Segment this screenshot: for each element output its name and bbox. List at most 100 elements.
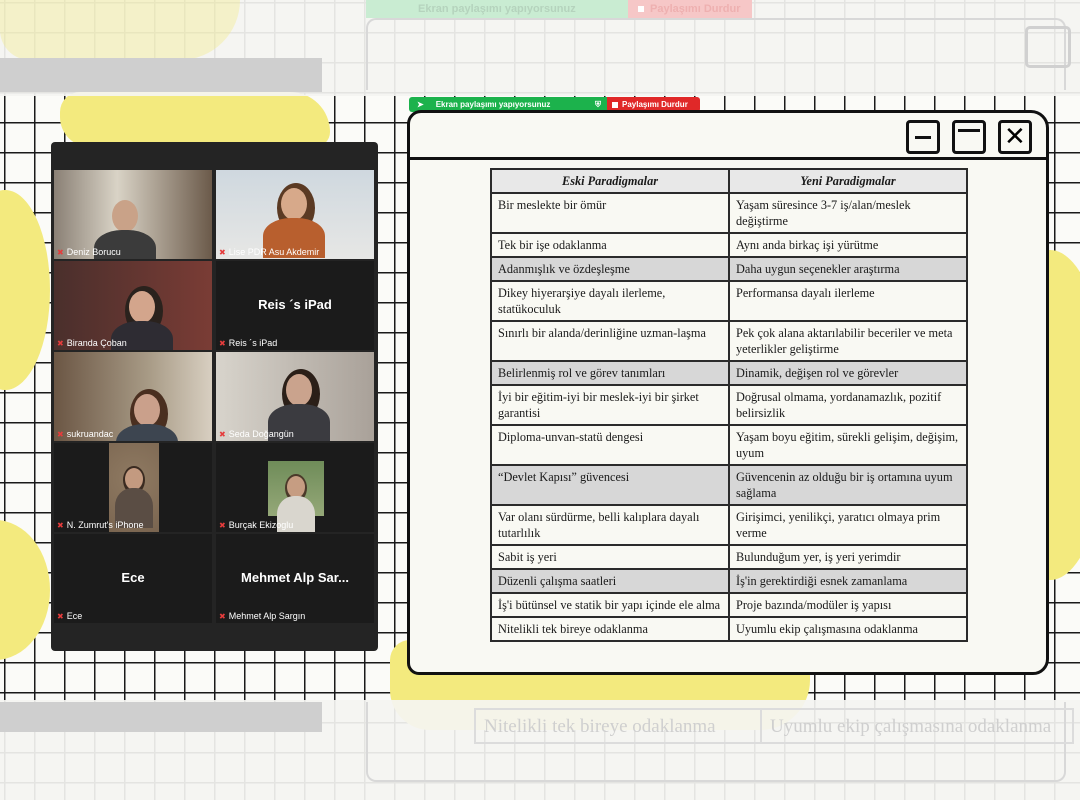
table-header-row: Eski Paradigmalar Yeni Paradigmalar [490, 168, 968, 194]
participant-video [54, 170, 212, 259]
table-row: Var olanı sürdürme, belli kalıplara daya… [490, 504, 968, 546]
muted-mic-icon: ✖ [57, 338, 64, 348]
table-row: İyi bir eğitim-iyi bir meslek-iyi bir şi… [490, 384, 968, 426]
ghost-stop-text: Paylaşımı Durdur [650, 3, 741, 15]
body-shape [116, 424, 178, 441]
new-paradigm-cell: Performansa dayalı ilerleme [728, 280, 968, 322]
participant-name: Burçak Ekizoglu [228, 520, 294, 530]
ghost-table-row: Nitelikli tek bireye odaklanma Uyumlu ek… [474, 708, 1074, 744]
header-old-paradigms: Eski Paradigmalar [490, 168, 730, 194]
participant-display-name: Ece [121, 570, 145, 585]
yellow-blob [60, 92, 330, 147]
participant-tile[interactable]: Mehmet Alp Sar... ✖ Mehmet Alp Sargın [216, 534, 374, 623]
shield-icon: ⛨ [595, 99, 601, 109]
ghost-bar [0, 58, 322, 92]
participant-name-caption: ✖ Mehmet Alp Sargın [219, 611, 305, 621]
old-paradigm-cell: Düzenli çalışma saatleri [490, 568, 730, 594]
table-row: Dikey hiyerarşiye dayalı ilerleme, statü… [490, 280, 968, 322]
new-paradigm-cell: Pek çok alana aktarılabilir beceriler ve… [728, 320, 968, 362]
share-leaf-icon: ➤ [417, 100, 424, 109]
ghost-minimize-icon [1025, 26, 1071, 68]
stop-square-icon [638, 6, 644, 12]
muted-mic-icon: ✖ [219, 611, 226, 621]
participant-tile[interactable]: ✖ N. Zumrut's iPhone [54, 443, 212, 532]
participant-tile[interactable]: ✖ Biranda Çoban [54, 261, 212, 350]
participant-tile[interactable]: ✖ Deniz Borucu [54, 170, 212, 259]
participant-tile[interactable]: Reis ´s iPad ✖ Reis ´s iPad [216, 261, 374, 350]
participant-name-caption: ✖ Seda Doğangün [219, 429, 294, 439]
participant-name-caption: ✖ sukruandac [57, 429, 113, 439]
muted-mic-icon: ✖ [57, 247, 64, 257]
ghost-share-text: Ekran paylaşımı yapıyorsunuz [418, 3, 576, 15]
participant-name: Deniz Borucu [66, 247, 121, 257]
table-row: Düzenli çalışma saatleri İş'in gerektirdi… [490, 568, 968, 594]
table-row: Diploma-unvan-statü dengesi Yaşam boyu eğ… [490, 424, 968, 466]
participant-tile[interactable]: Ece ✖ Ece [54, 534, 212, 623]
table-row: Sınırlı bir alanda/derinliğine uzman-laş… [490, 320, 968, 362]
face-shape [112, 200, 138, 232]
paradigm-table: Eski Paradigmalar Yeni Paradigmalar Bir … [490, 168, 968, 642]
stop-share-label: Paylaşımı Durdur [622, 100, 688, 109]
old-paradigm-cell: Tek bir işe odaklanma [490, 232, 730, 258]
old-paradigm-cell: “Devlet Kapısı” güvencesi [490, 464, 730, 506]
minimize-icon[interactable] [906, 120, 940, 154]
participant-tile[interactable]: ✖ Lise PDR Asu Akdemir [216, 170, 374, 259]
participant-video [54, 352, 212, 441]
new-paradigm-cell: Uyumlu ekip çalışmasına odaklanma [728, 616, 968, 642]
table-row: Belirlenmiş rol ve görev tanımları Dinami… [490, 360, 968, 386]
new-paradigm-cell: Proje bazında/modüler iş yapısı [728, 592, 968, 618]
participant-tile[interactable]: ✖ Burçak Ekizoglu [216, 443, 374, 532]
maximize-icon[interactable] [952, 120, 986, 154]
participant-tile[interactable]: ✖ Seda Doğangün [216, 352, 374, 441]
new-paradigm-cell: Bulunduğum yer, iş yeri yerimdir [728, 544, 968, 570]
new-paradigm-cell: Dinamik, değişen rol ve görevler [728, 360, 968, 386]
old-paradigm-cell: Bir meslekte bir ömür [490, 192, 730, 234]
new-paradigm-cell: Güvencenin az olduğu bir iş ortamına uyu… [728, 464, 968, 506]
header-new-paradigms: Yeni Paradigmalar [728, 168, 968, 194]
table-row: Tek bir işe odaklanma Aynı anda birkaç iş… [490, 232, 968, 258]
participant-name-caption: ✖ Burçak Ekizoglu [219, 520, 293, 530]
participant-name: Reis ´s iPad [228, 338, 278, 348]
participant-video [216, 170, 374, 259]
old-paradigm-cell: Nitelikli tek bireye odaklanma [490, 616, 730, 642]
video-gallery-panel: ✖ Deniz Borucu ✖ Lise PDR Asu Akdemir ✖ Biran… [51, 142, 378, 651]
face-shape [129, 291, 155, 323]
ghost-row-left: Nitelikli tek bireye odaklanma [476, 710, 762, 742]
participant-name: Mehmet Alp Sargın [228, 611, 306, 621]
close-icon[interactable]: ✕ [998, 120, 1032, 154]
screenshot-canvas: Ekran paylaşımı yapıyorsunuz Paylaşımı D… [0, 0, 1080, 800]
table-row: “Devlet Kapısı” güvencesi Güvencenin az o… [490, 464, 968, 506]
participant-video [268, 461, 324, 532]
participant-tile[interactable]: ✖ sukruandac [54, 352, 212, 441]
ghost-share-pill: Ekran paylaşımı yapıyorsunuz [366, 0, 628, 18]
table-row: Sabit iş yeri Bulunduğum yer, iş yeri yer… [490, 544, 968, 570]
table-body: Bir meslekte bir ömür Yaşam süresince 3-7… [490, 192, 968, 642]
participant-name-caption: ✖ Biranda Çoban [57, 338, 127, 348]
participant-name: sukruandac [66, 429, 114, 439]
participant-name-caption: ✖ Ece [57, 611, 82, 621]
participant-display-name: Reis ´s iPad [258, 297, 332, 312]
participant-name: Seda Doğangün [228, 429, 294, 439]
old-paradigm-cell: İş'i bütünsel ve statik bir yapı içinde … [490, 592, 730, 618]
old-paradigm-cell: Sabit iş yeri [490, 544, 730, 570]
old-paradigm-cell: Diploma-unvan-statü dengesi [490, 424, 730, 466]
ghost-row-right: Uyumlu ekip çalışmasına odaklanma [770, 716, 1052, 737]
old-paradigm-cell: İyi bir eğitim-iyi bir meslek-iyi bir şi… [490, 384, 730, 426]
new-paradigm-cell: Yaşam boyu eğitim, sürekli gelişim, deği… [728, 424, 968, 466]
old-paradigm-cell: Dikey hiyerarşiye dayalı ilerleme, statü… [490, 280, 730, 322]
old-paradigm-cell: Belirlenmiş rol ve görev tanımları [490, 360, 730, 386]
participant-video [109, 443, 159, 532]
participant-name-caption: ✖ Deniz Borucu [57, 247, 121, 257]
muted-mic-icon: ✖ [57, 520, 64, 530]
old-paradigm-cell: Sınırlı bir alanda/derinliğine uzman-laş… [490, 320, 730, 362]
participant-name-caption: ✖ N. Zumrut's iPhone [57, 520, 143, 530]
new-paradigm-cell: Doğrusal olmama, yordanamazlık, pozitif … [728, 384, 968, 426]
participant-name: Lise PDR Asu Akdemir [228, 247, 320, 257]
new-paradigm-cell: İş'in gerektirdiği esnek zamanlama [728, 568, 968, 594]
participant-video [216, 352, 374, 441]
muted-mic-icon: ✖ [219, 247, 226, 257]
muted-mic-icon: ✖ [57, 429, 64, 439]
participant-video [54, 261, 212, 350]
participant-name: Biranda Çoban [66, 338, 127, 348]
face-shape [125, 467, 143, 490]
